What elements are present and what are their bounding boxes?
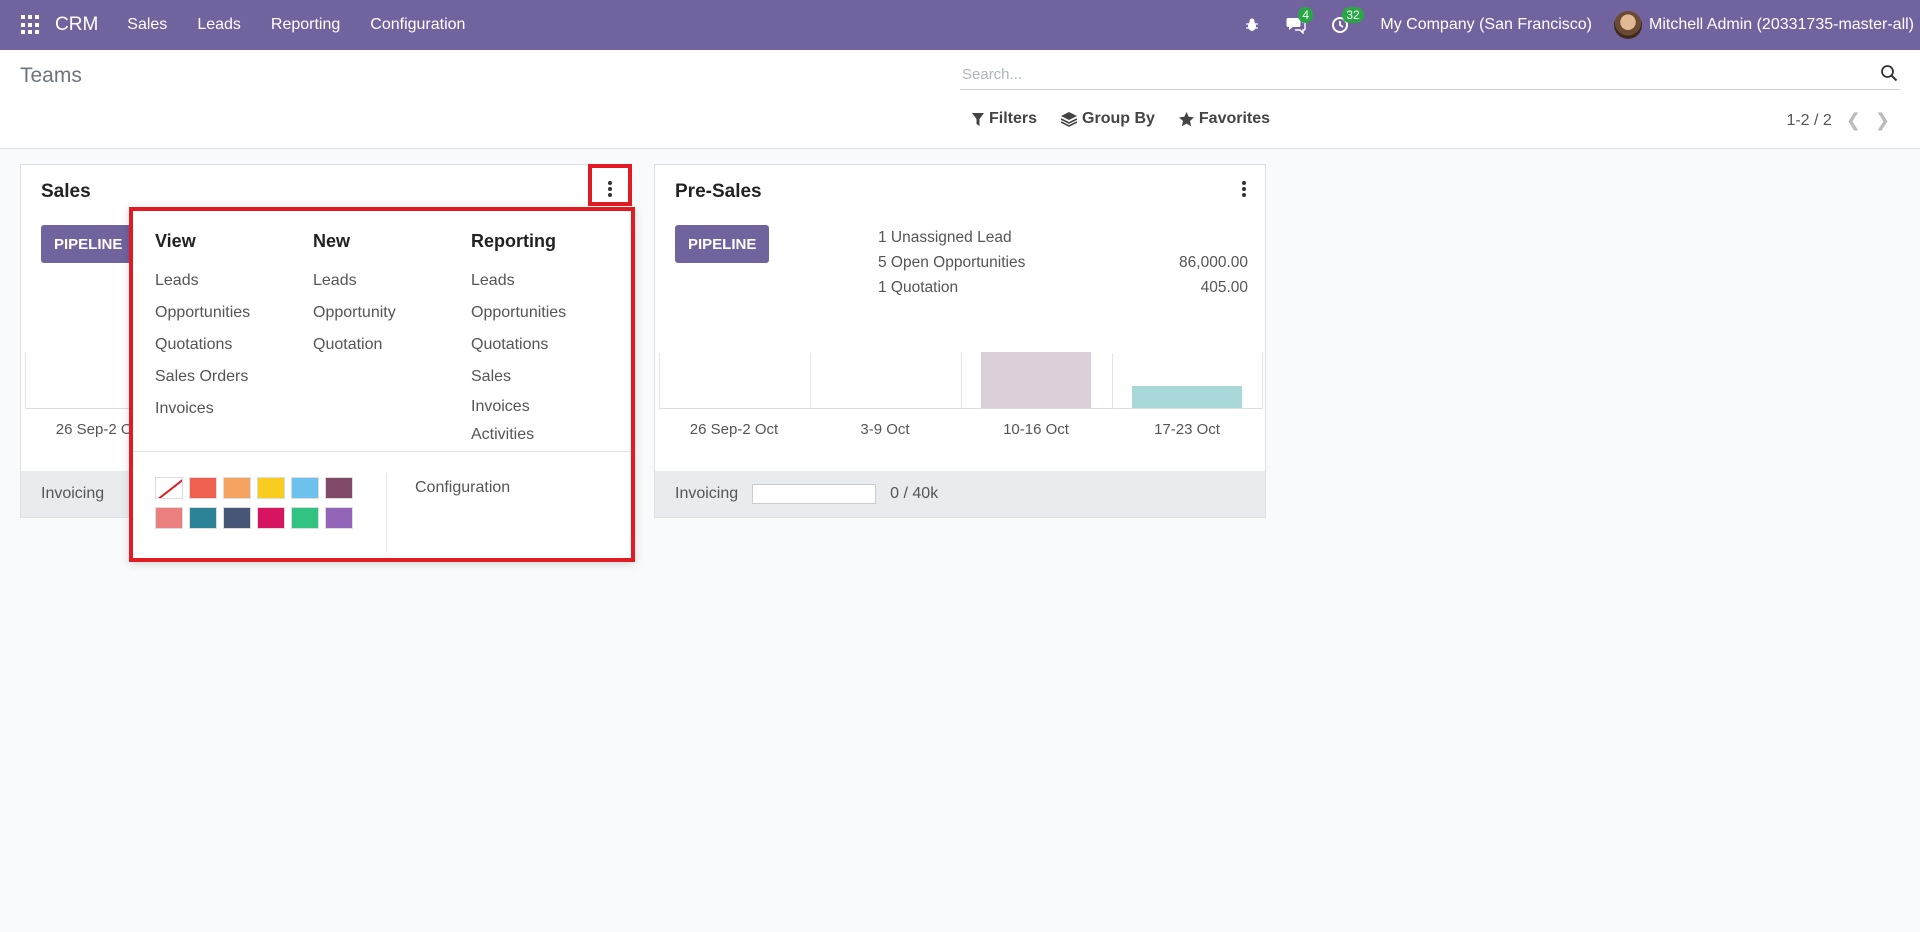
- color-swatch[interactable]: [291, 507, 319, 529]
- card-footer: Invoicing 0 / 40k: [655, 471, 1265, 517]
- new-opportunity-link[interactable]: Opportunity: [313, 297, 396, 329]
- menu-section-view: View Leads Opportunities Quotations Sale…: [155, 231, 250, 425]
- group-by-button[interactable]: Group By: [1061, 110, 1155, 128]
- color-swatch[interactable]: [223, 477, 251, 499]
- bug-icon[interactable]: [1242, 15, 1262, 35]
- new-quotation-link[interactable]: Quotation: [313, 329, 396, 361]
- messages-icon[interactable]: 4: [1286, 7, 1314, 35]
- nav-item-configuration[interactable]: Configuration: [355, 16, 480, 34]
- reporting-quotations-link[interactable]: Quotations: [471, 329, 566, 361]
- user-avatar[interactable]: [1614, 11, 1642, 39]
- favorites-button[interactable]: Favorites: [1178, 110, 1271, 128]
- color-swatch[interactable]: [257, 477, 285, 499]
- search-bar: [960, 60, 1900, 90]
- menu-header-view: View: [155, 231, 196, 251]
- color-swatch[interactable]: [189, 477, 217, 499]
- activities-badge: 32: [1342, 7, 1364, 23]
- graph-bar[interactable]: [1132, 386, 1242, 408]
- color-swatch[interactable]: [291, 477, 319, 499]
- reporting-leads-link[interactable]: Leads: [471, 265, 566, 297]
- stat-row[interactable]: 1 Quotation 405.00: [878, 279, 1248, 304]
- card-dropdown-menu: View Leads Opportunities Quotations Sale…: [129, 207, 635, 562]
- view-sales-orders-link[interactable]: Sales Orders: [155, 361, 250, 393]
- apps-menu-icon[interactable]: [21, 15, 41, 35]
- reporting-activities-link[interactable]: Activities: [471, 421, 566, 449]
- filters-label: Filters: [989, 110, 1038, 127]
- kebab-icon: [1242, 181, 1246, 197]
- view-invoices-link[interactable]: Invoices: [155, 393, 250, 425]
- invoicing-label: Invoicing: [675, 485, 739, 502]
- team-card-pre-sales[interactable]: Pre-Sales PIPELINE 1 Unassigned Lead 5 O…: [654, 164, 1266, 518]
- reporting-opportunities-link[interactable]: Opportunities: [471, 297, 566, 329]
- graph-x-label: 17-23 Oct: [1154, 421, 1220, 438]
- graph-x-label: 10-16 Oct: [1003, 421, 1069, 438]
- invoicing-progress-bar[interactable]: [752, 484, 877, 504]
- page-title: Teams: [20, 64, 82, 87]
- color-swatch[interactable]: [325, 477, 353, 499]
- color-swatch[interactable]: [155, 507, 183, 529]
- pipeline-button[interactable]: PIPELINE: [675, 225, 770, 263]
- top-navbar: CRM Sales Leads Reporting Configuration …: [0, 0, 1920, 50]
- search-icon[interactable]: [1880, 64, 1898, 82]
- stat-label[interactable]: 1 Quotation: [878, 279, 958, 304]
- reporting-sales-link[interactable]: Sales: [471, 361, 566, 393]
- card-title[interactable]: Sales: [41, 181, 91, 203]
- graph-x-label: 3-9 Oct: [860, 421, 910, 438]
- filters-button[interactable]: Filters: [972, 110, 1037, 128]
- nav-item-sales[interactable]: Sales: [112, 16, 182, 34]
- stat-value: 86,000.00: [1179, 254, 1248, 271]
- card-menu-button[interactable]: [1233, 177, 1255, 201]
- user-menu[interactable]: Mitchell Admin (20331735-master-all): [1649, 16, 1914, 34]
- color-picker: [155, 477, 353, 529]
- color-swatch[interactable]: [189, 507, 217, 529]
- new-leads-link[interactable]: Leads: [313, 265, 396, 297]
- graph-bar[interactable]: [981, 352, 1091, 408]
- company-switcher[interactable]: My Company (San Francisco): [1380, 16, 1592, 34]
- stat-label[interactable]: 1 Unassigned Lead: [878, 229, 1012, 254]
- menu-header-reporting: Reporting: [471, 231, 556, 251]
- search-input[interactable]: [962, 66, 1842, 83]
- invoicing-label: Invoicing: [41, 485, 105, 502]
- app-brand[interactable]: CRM: [55, 14, 98, 36]
- favorites-label: Favorites: [1198, 110, 1271, 127]
- card-title[interactable]: Pre-Sales: [675, 181, 762, 203]
- team-stats: 1 Unassigned Lead 5 Open Opportunities 86…: [878, 229, 1248, 304]
- pipeline-button[interactable]: PIPELINE: [41, 225, 136, 263]
- nav-item-reporting[interactable]: Reporting: [256, 16, 355, 34]
- color-swatch[interactable]: [325, 507, 353, 529]
- menu-divider-vertical: [386, 473, 387, 553]
- color-swatch-none[interactable]: [155, 477, 183, 499]
- stat-value: 405.00: [1200, 279, 1248, 296]
- menu-header-new: New: [313, 231, 351, 251]
- menu-section-new: New Leads Opportunity Quotation: [313, 231, 396, 361]
- invoicing-value: 0 / 40k: [890, 485, 939, 502]
- control-panel: Teams Filters Group By Favorites 1-2 / 2…: [0, 50, 1920, 149]
- color-swatch[interactable]: [223, 507, 251, 529]
- color-swatch[interactable]: [257, 507, 285, 529]
- star-icon: [1178, 111, 1194, 126]
- stat-label[interactable]: 5 Open Opportunities: [878, 254, 1025, 279]
- messages-badge: 4: [1298, 7, 1314, 23]
- menu-section-reporting: Reporting Leads Opportunities Quotations…: [471, 231, 566, 449]
- graph-x-label: 26 Sep-2 Oct: [689, 421, 779, 438]
- reporting-invoices-link[interactable]: Invoices: [471, 393, 566, 421]
- view-quotations-link[interactable]: Quotations: [155, 329, 250, 361]
- team-graph[interactable]: [659, 352, 1263, 409]
- layers-icon: [1061, 111, 1078, 127]
- pager-previous-icon[interactable]: ❮: [1846, 110, 1861, 131]
- stat-row[interactable]: 5 Open Opportunities 86,000.00: [878, 254, 1248, 279]
- filter-icon: [972, 112, 984, 126]
- stat-row[interactable]: 1 Unassigned Lead: [878, 229, 1248, 254]
- kebab-highlight: [588, 164, 632, 206]
- pager-value[interactable]: 1-2 / 2: [1786, 112, 1831, 130]
- nav-item-leads[interactable]: Leads: [182, 16, 256, 34]
- pager-next-icon[interactable]: ❯: [1875, 110, 1890, 131]
- view-opportunities-link[interactable]: Opportunities: [155, 297, 250, 329]
- menu-divider: [133, 451, 631, 452]
- configuration-link[interactable]: Configuration: [415, 479, 510, 497]
- group-by-label: Group By: [1082, 110, 1155, 127]
- activities-clock-icon[interactable]: 32: [1330, 7, 1364, 35]
- view-leads-link[interactable]: Leads: [155, 265, 250, 297]
